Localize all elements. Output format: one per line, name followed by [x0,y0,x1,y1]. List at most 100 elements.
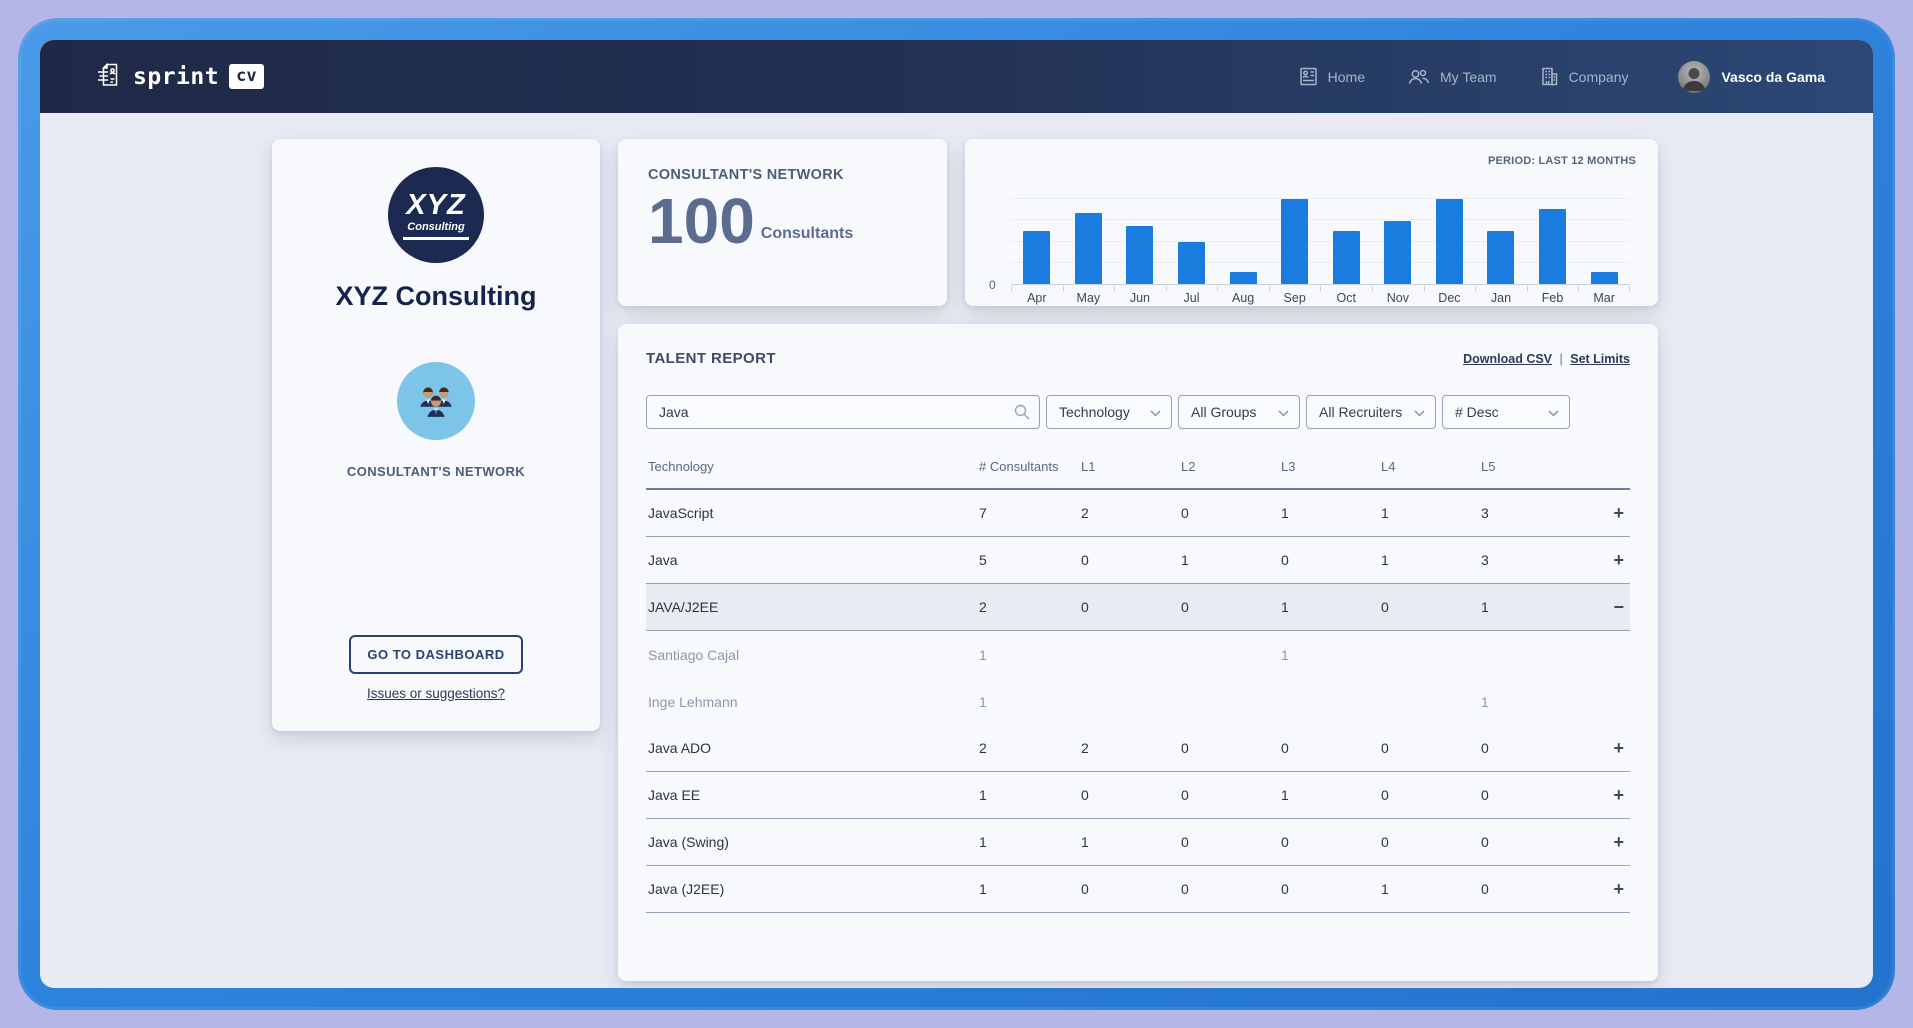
row-value: 0 [1381,787,1481,803]
chart-bar-column [1217,195,1269,284]
chart-plot-area: 0 [1011,195,1630,285]
talent-report-title: TALENT REPORT [646,350,776,367]
nav-item-company[interactable]: Company [1539,66,1629,87]
column-header-l3: L3 [1281,459,1381,474]
chart-bar-column [1114,195,1166,284]
set-limits-link[interactable]: Set Limits [1570,352,1630,366]
row-value: 0 [1281,740,1381,756]
consultants-network-label: CONSULTANT'S NETWORK [347,464,525,479]
column-header-l5: L5 [1481,459,1581,474]
collapse-row-button[interactable]: − [1613,597,1624,617]
chart-bar [1281,199,1308,284]
row-value: 1 [979,694,1081,710]
row-name: Java EE [646,787,979,803]
consultants-network-card: CONSULTANT'S NETWORK 100 Consultants [618,139,947,306]
chart-bar-column [1372,195,1424,284]
row-value: 3 [1481,552,1581,568]
cv-document-icon [96,61,123,93]
nav-item-home[interactable]: Home [1298,66,1365,87]
chart-x-label: Aug [1217,286,1269,305]
row-value: 1 [1481,694,1581,710]
row-value: 1 [1281,505,1381,521]
chart-bar [1075,213,1102,284]
column-header-l2: L2 [1181,459,1281,474]
chart-bar-column [1269,195,1321,284]
technology-row: Java (Swing)110000+ [646,819,1630,866]
row-action-cell: + [1581,786,1630,804]
row-name: Java ADO [646,740,979,756]
filter-recruiters-dropdown[interactable]: All Recruiters [1306,395,1436,429]
activity-chart-card: PERIOD: LAST 12 MONTHS 0 AprMayJunJulAug… [965,139,1658,306]
row-value: 0 [1381,599,1481,615]
row-value: 0 [1381,834,1481,850]
brand-name: sprint [133,64,219,90]
issues-suggestions-link[interactable]: Issues or suggestions? [367,686,505,701]
filter-technology-dropdown[interactable]: Technology [1046,395,1172,429]
filter-groups-dropdown[interactable]: All Groups [1178,395,1300,429]
chart-x-label: May [1063,286,1115,305]
expand-row-button[interactable]: + [1613,832,1624,852]
consultants-count: 100 [648,189,755,253]
row-value: 0 [1481,881,1581,897]
row-name: Inge Lehmann [646,694,979,710]
column-header-l4: L4 [1381,459,1481,474]
technology-row: Java EE100100+ [646,772,1630,819]
chart-x-label: Jun [1114,286,1166,305]
column-header-consultants: # Consultants [979,459,1081,474]
sort-order-dropdown[interactable]: # Desc [1442,395,1570,429]
row-value: 0 [1181,505,1281,521]
chart-bar [1591,272,1618,284]
talent-table-header: Technology # Consultants L1 L2 L3 L4 L5 [646,459,1630,490]
search-input[interactable] [646,395,1040,429]
brand-logo[interactable]: sprint cv [96,61,264,93]
right-column: CONSULTANT'S NETWORK 100 Consultants PER… [618,139,1658,981]
expand-row-button[interactable]: + [1613,550,1624,570]
row-value: 1 [1381,505,1481,521]
company-name: XYZ Consulting [336,281,537,312]
expand-row-button[interactable]: + [1613,738,1624,758]
expand-row-button[interactable]: + [1613,503,1624,523]
chart-bar [1333,231,1360,284]
row-name: Java [646,552,979,568]
row-value: 0 [1481,787,1581,803]
consultants-network-icon [397,362,475,440]
chart-bar [1178,242,1205,284]
row-action-cell: + [1581,833,1630,851]
nav-item-my-team[interactable]: My Team [1407,66,1497,87]
network-card-title: CONSULTANT'S NETWORK [648,167,917,183]
top-navbar: sprint cv Home [40,40,1873,113]
talent-report-links: Download CSV | Set Limits [1463,352,1630,366]
technology-row: JAVA/J2EE200101− [646,584,1630,631]
chart-x-label: Apr [1011,286,1063,305]
consultants-unit: Consultants [761,225,853,243]
row-value: 1 [1281,599,1381,615]
expand-row-button[interactable]: + [1613,879,1624,899]
team-people-icon [1407,66,1431,87]
chart-period-label: PERIOD: LAST 12 MONTHS [1488,155,1636,167]
chart-bar-column [1320,195,1372,284]
row-value: 2 [1081,740,1181,756]
row-action-cell: + [1581,880,1630,898]
company-building-icon [1539,66,1560,87]
chart-x-label: Mar [1578,286,1630,305]
row-value: 1 [979,881,1081,897]
row-value: 5 [979,552,1081,568]
go-to-dashboard-button[interactable]: GO TO DASHBOARD [349,635,522,674]
chart-xlabels: AprMayJunJulAugSepOctNovDecJanFebMar [1011,286,1630,305]
download-csv-link[interactable]: Download CSV [1463,352,1552,366]
row-value: 1 [1181,552,1281,568]
technology-row: Java ADO220000+ [646,725,1630,772]
expand-row-button[interactable]: + [1613,785,1624,805]
row-value: 0 [1381,740,1481,756]
company-logo-subtext: Consulting [407,221,464,233]
chevron-down-icon [1414,404,1425,420]
company-logo-text: XYZ [406,191,465,220]
chart-x-label: Sep [1269,286,1321,305]
row-value: 0 [1181,881,1281,897]
filter-technology-value: Technology [1059,404,1130,420]
row-value: 0 [1081,552,1181,568]
user-menu[interactable]: Vasco da Gama [1678,61,1825,93]
row-value: 2 [1081,505,1181,521]
row-value: 0 [1181,740,1281,756]
talent-report-card: TALENT REPORT Download CSV | Set Limits [618,324,1658,981]
